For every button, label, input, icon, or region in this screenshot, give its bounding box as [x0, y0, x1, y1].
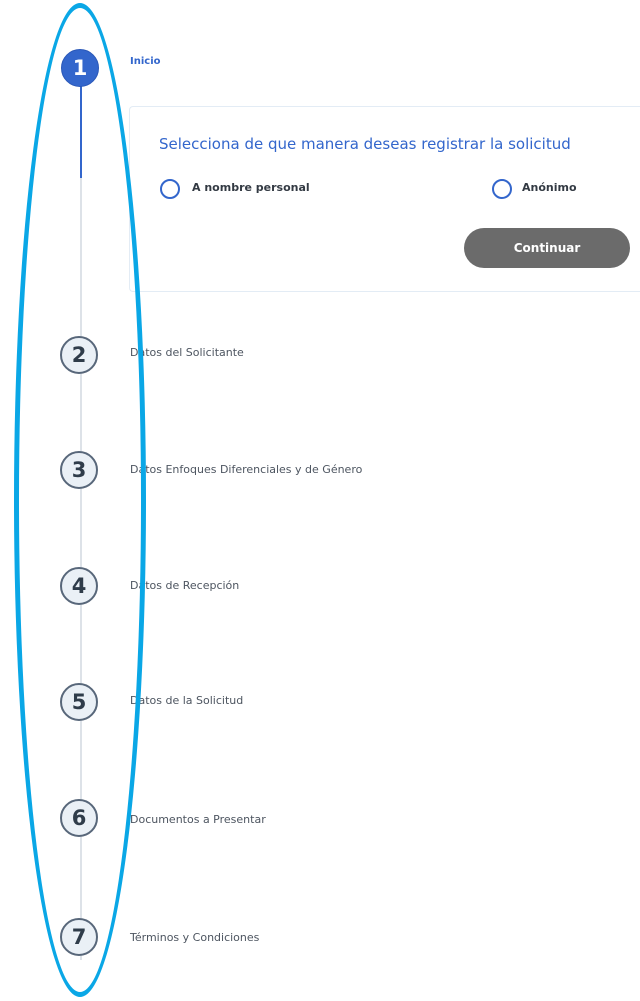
radio-anonymous-label[interactable]: Anónimo	[522, 181, 577, 194]
step-6-label[interactable]: Documentos a Presentar	[130, 813, 266, 826]
radio-personal[interactable]	[160, 179, 180, 199]
step-5-circle[interactable]: 5	[60, 683, 98, 721]
step-2-label[interactable]: Datos del Solicitante	[130, 346, 244, 359]
step-6-circle[interactable]: 6	[60, 799, 98, 837]
radio-personal-label[interactable]: A nombre personal	[192, 181, 310, 194]
radio-anonymous[interactable]	[492, 179, 512, 199]
step-3-circle[interactable]: 3	[60, 451, 98, 489]
step-4-circle[interactable]: 4	[60, 567, 98, 605]
continue-button[interactable]: Continuar	[464, 228, 630, 268]
registration-page: 1 Inicio Selecciona de que manera deseas…	[0, 0, 640, 1001]
step-4-label[interactable]: Datos de Recepción	[130, 579, 239, 592]
stepper-progress-line	[80, 80, 82, 178]
step-1-label[interactable]: Inicio	[130, 56, 161, 67]
step-3-label[interactable]: Datos Enfoques Diferenciales y de Género	[130, 463, 362, 476]
step-2-circle[interactable]: 2	[60, 336, 98, 374]
card-title: Selecciona de que manera deseas registra…	[159, 135, 571, 153]
registration-type-card: Selecciona de que manera deseas registra…	[129, 106, 640, 292]
step-1-circle[interactable]: 1	[61, 49, 99, 87]
step-7-label[interactable]: Términos y Condiciones	[130, 931, 259, 944]
step-7-circle[interactable]: 7	[60, 918, 98, 956]
step-5-label[interactable]: Datos de la Solicitud	[130, 694, 243, 707]
